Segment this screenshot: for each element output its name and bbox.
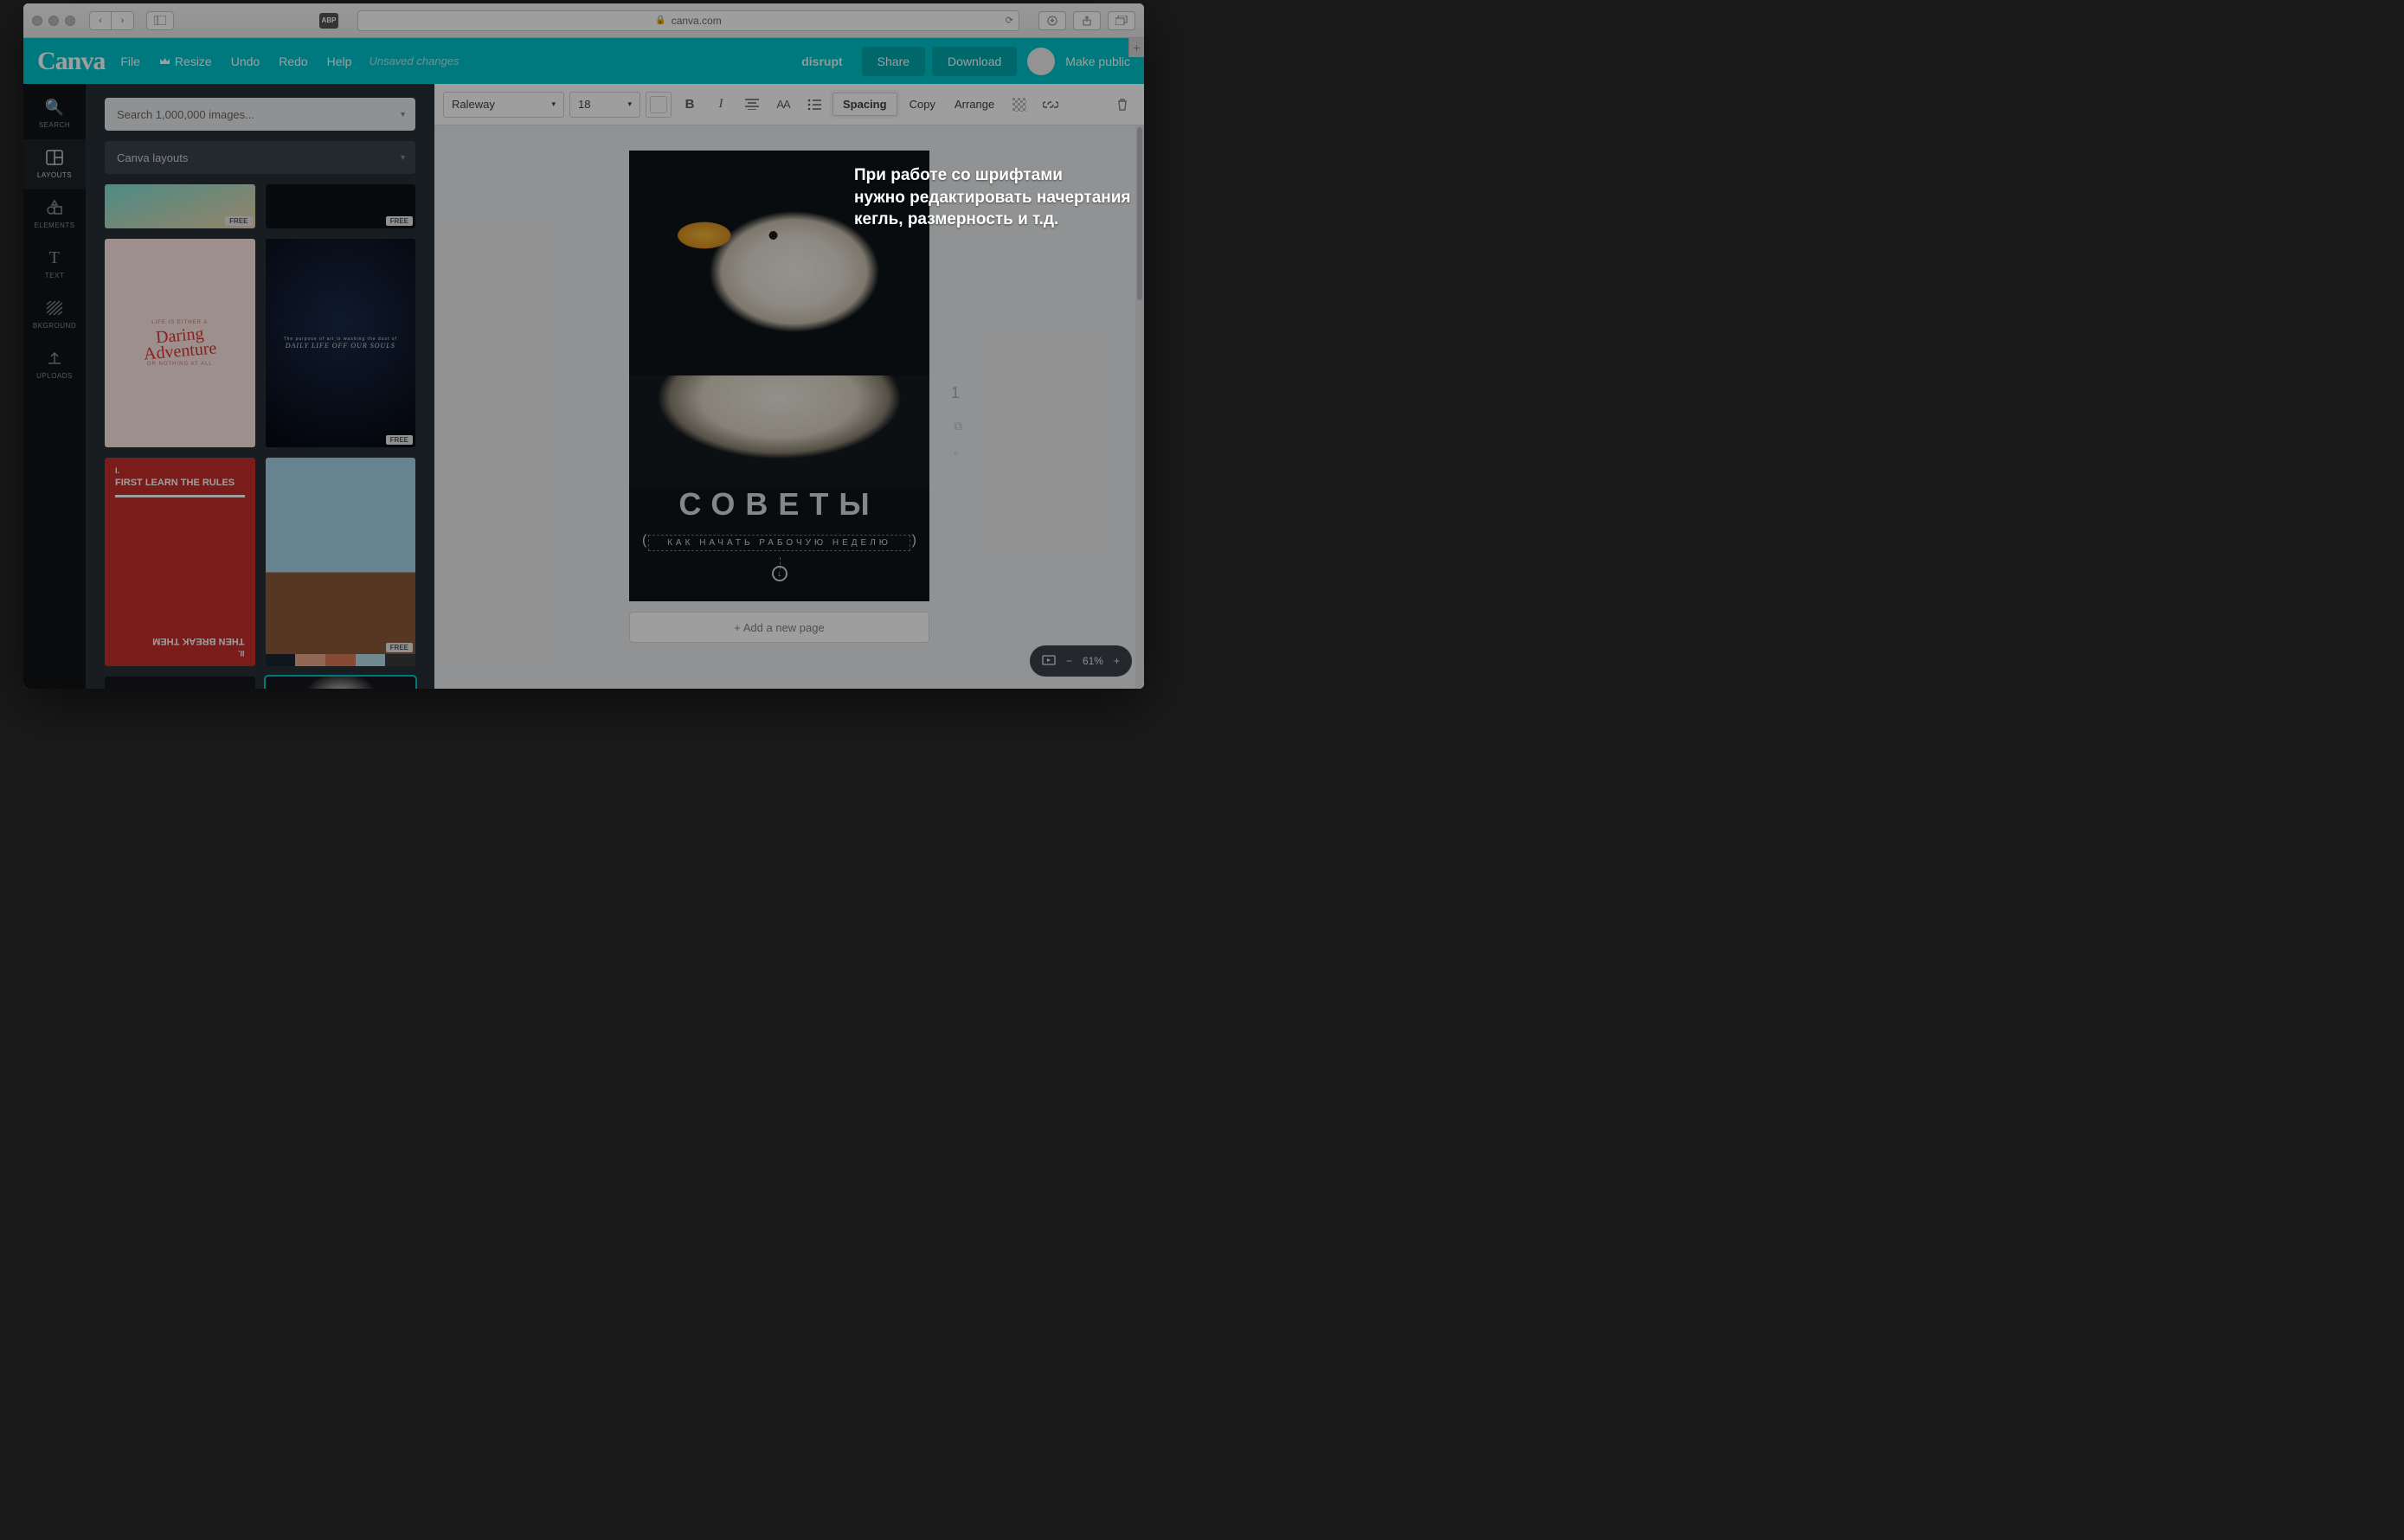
zoom-out-button[interactable]: − [1066,655,1072,667]
uploads-icon [47,349,62,368]
download-button[interactable]: Download [932,47,1017,76]
url-host: canva.com [672,15,722,27]
transparency-button[interactable] [1006,92,1032,118]
layouts-select[interactable]: Canva layouts▼ [105,141,415,174]
app-topbar: Canva File Resize Undo Redo Help Unsaved… [23,38,1144,84]
layout-thumb[interactable] [105,677,255,689]
design-title-text[interactable]: СОВЕТЫ [629,486,929,523]
add-page-button[interactable]: + Add a new page [629,612,929,643]
layout-thumb[interactable]: FREE [105,184,255,228]
property-bar: Raleway▾ 18▾ B I AA Spacing Copy Arrange [434,84,1144,125]
menu-help[interactable]: Help [327,55,352,68]
menu-file[interactable]: File [120,55,140,68]
chevron-down-icon: ▼ [399,110,407,119]
reload-icon[interactable]: ⟳ [1006,15,1013,26]
nav-buttons[interactable]: ‹ › [89,11,134,30]
layout-thumb[interactable]: I. FIRST LEARN THE RULES II. THEN BREAK … [105,458,255,666]
forward-button[interactable]: › [112,11,134,30]
uppercase-button[interactable]: AA [770,92,796,118]
italic-button[interactable]: I [708,92,734,118]
eagle-image-top [629,151,929,393]
avatar[interactable] [1027,48,1055,75]
delete-button[interactable] [1109,92,1135,118]
menu-resize[interactable]: Resize [159,55,212,68]
font-select[interactable]: Raleway▾ [443,92,564,118]
window-controls[interactable] [32,16,75,26]
url-bar[interactable]: 🔒 canva.com ⟳ [357,10,1019,31]
zoom-value[interactable]: 61% [1083,655,1103,667]
downloads-icon[interactable] [1038,11,1066,30]
zoom-controls: − 61% + [1030,645,1132,677]
menu-undo[interactable]: Undo [231,55,260,68]
abp-badge: ABP [319,13,338,29]
back-button[interactable]: ‹ [89,11,112,30]
present-icon[interactable] [1042,655,1056,667]
eagle-image-mid [629,375,929,488]
search-input[interactable]: Search 1,000,000 images...▼ [105,98,415,131]
unsaved-status: Unsaved changes [369,55,459,67]
zoom-in-button[interactable]: + [1114,655,1120,667]
layouts-icon [46,148,63,167]
nav-uploads[interactable]: UPLOADS [23,340,86,390]
make-public-button[interactable]: Make public [1065,55,1130,68]
search-icon: 🔍 [45,98,65,117]
delete-page-icon[interactable]: ▫ [954,446,962,459]
new-tab-button[interactable]: + [1128,38,1144,57]
layout-thumb[interactable]: The purpose of art is washing the dust o… [266,239,416,447]
nav-search[interactable]: 🔍SEARCH [23,89,86,139]
link-button[interactable] [1038,92,1064,118]
artboard[interactable]: СОВЕТЫ ( КАК НАЧАТЬ РАБОЧУЮ НЕДЕЛЮ ) ↓ 1… [629,151,929,601]
canva-logo[interactable]: Canva [37,47,105,76]
project-name[interactable]: disrupt [801,55,842,68]
share-icon[interactable] [1073,11,1101,30]
nav-elements[interactable]: ELEMENTS [23,189,86,240]
layout-thumb-selected[interactable] [266,677,416,689]
arrange-button[interactable]: Arrange [948,98,1001,111]
spacing-button[interactable]: Spacing [832,93,897,116]
canvas-area: Raleway▾ 18▾ B I AA Spacing Copy Arrange [434,84,1144,689]
copy-button[interactable]: Copy [903,98,942,111]
browser-toolbar: ‹ › ABP 🔒 canva.com ⟳ [23,3,1144,38]
layout-thumb[interactable]: FREE [266,458,416,666]
left-panel: Search 1,000,000 images...▼ Canva layout… [86,84,434,689]
nav-layouts[interactable]: LAYOUTS [23,139,86,189]
color-swatch [650,96,667,113]
scrollbar[interactable] [1135,125,1144,689]
design-subtitle-selected[interactable]: ( КАК НАЧАТЬ РАБОЧУЮ НЕДЕЛЮ ) [648,535,910,551]
side-nav: 🔍SEARCH LAYOUTS ELEMENTS TTEXT BKGROUND … [23,84,86,689]
elements-icon [46,198,63,217]
duplicate-page-icon[interactable]: ⧉ [954,419,962,433]
arrow-down-circle-icon[interactable]: ↓ [772,566,787,581]
tabs-icon[interactable] [1108,11,1135,30]
align-button[interactable] [739,92,765,118]
lock-icon: 🔒 [655,16,665,25]
text-icon: T [49,248,61,267]
bold-button[interactable]: B [677,92,703,118]
list-button[interactable] [801,92,827,118]
artboard-viewport[interactable]: СОВЕТЫ ( КАК НАЧАТЬ РАБОЧУЮ НЕДЕЛЮ ) ↓ 1… [434,125,1144,689]
nav-text[interactable]: TTEXT [23,240,86,290]
sidebar-toggle-icon[interactable] [146,11,174,30]
share-button[interactable]: Share [862,47,925,76]
page-number: 1 [951,384,960,402]
layout-thumb[interactable]: FREE [266,184,416,228]
chevron-down-icon: ▼ [399,153,407,162]
font-size-input[interactable]: 18▾ [569,92,640,118]
crown-icon [159,55,170,67]
menu-redo[interactable]: Redo [279,55,307,68]
nav-background[interactable]: BKGROUND [23,290,86,340]
layout-thumb[interactable]: LIFE IS EITHER A Daring Adventure OR NOT… [105,239,255,447]
background-icon [46,298,63,318]
color-picker[interactable] [646,92,672,118]
